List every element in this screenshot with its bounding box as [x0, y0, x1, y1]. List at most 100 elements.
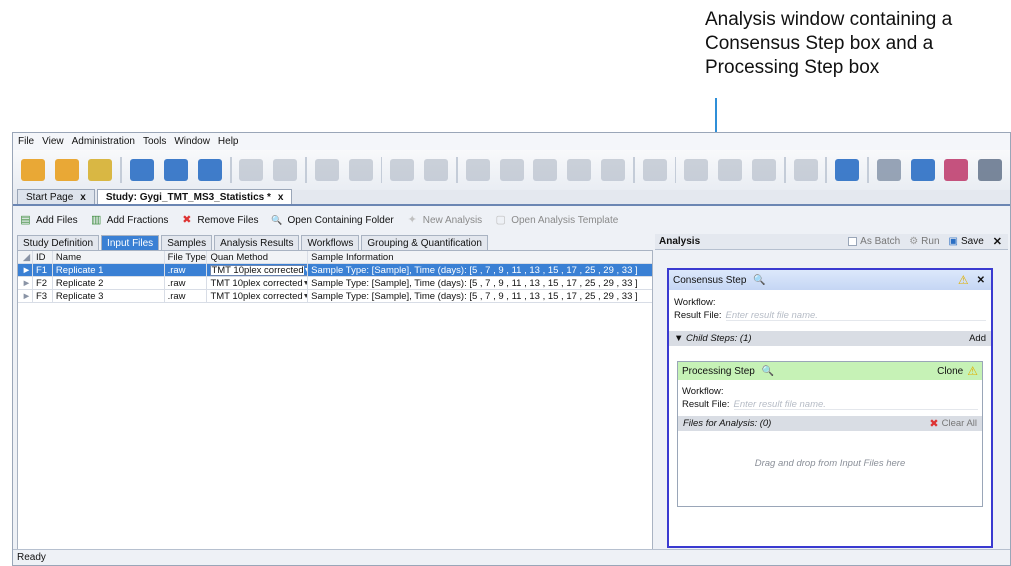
add-button[interactable]: Add — [969, 333, 986, 344]
table-row[interactable]: ► F2 Replicate 2 .raw TMT 10plex correct… — [18, 277, 652, 290]
molecule-icon[interactable] — [347, 155, 375, 185]
processing-step-header: Processing Step 🔍 Clone ⚠ — [678, 362, 982, 380]
header-sample-info[interactable]: Sample Information — [308, 251, 652, 263]
bars-icon-glyph — [533, 159, 558, 181]
run-button[interactable]: ⚙ Run — [909, 236, 939, 247]
menu-bar: File View Administration Tools Window He… — [13, 133, 1010, 150]
open-folder-button[interactable]: 🔍 Open Containing Folder — [271, 214, 394, 226]
document-icon[interactable] — [792, 155, 820, 185]
quan-method-select[interactable]: TMT 10plex corrected ▼ — [210, 264, 308, 276]
header-name[interactable]: Name — [53, 251, 165, 263]
grid-icon-glyph — [390, 159, 415, 181]
chart-alt-icon[interactable] — [53, 155, 81, 185]
spectrum-icon[interactable] — [313, 155, 341, 185]
tab-workflows[interactable]: Workflows — [301, 235, 360, 250]
quan-method-value: TMT 10plex corrected — [210, 290, 303, 302]
menu-administration[interactable]: Administration — [72, 136, 135, 147]
menu-tools[interactable]: Tools — [143, 136, 166, 147]
tab-grouping-quantification[interactable]: Grouping & Quantification — [361, 235, 488, 250]
quan-method-select[interactable]: TMT 10plex corrected ▼ — [210, 291, 307, 302]
expand-icon[interactable]: ► — [18, 277, 33, 289]
warning-icon: ⚠ — [967, 364, 978, 378]
database-icon[interactable] — [909, 155, 937, 185]
peak-alt-icon[interactable] — [498, 155, 526, 185]
result-file-input[interactable]: Enter result file name. — [725, 310, 986, 321]
chart-icon[interactable] — [19, 155, 47, 185]
expand-icon[interactable]: ► — [18, 290, 33, 302]
open-folder-label: Open Containing Folder — [287, 214, 394, 226]
folder-chart-icon[interactable] — [87, 155, 115, 185]
close-icon[interactable]: ✕ — [977, 275, 985, 286]
cell-quan-method[interactable]: TMT 10plex corrected ▼ — [207, 290, 309, 302]
tab-study-definition[interactable]: Study Definition — [17, 235, 100, 250]
server-icon[interactable] — [943, 155, 971, 185]
magnifier-icon[interactable]: 🔍 — [762, 366, 774, 377]
new-analysis-button[interactable]: ✦ New Analysis — [406, 214, 483, 226]
close-icon[interactable]: x — [278, 192, 284, 203]
eye-icon[interactable] — [422, 155, 450, 185]
bars-icon[interactable] — [531, 155, 559, 185]
settings-icon[interactable] — [875, 155, 903, 185]
header-quan-method[interactable]: Quan Method — [207, 251, 309, 263]
quan-method-value: TMT 10plex corrected — [210, 277, 303, 289]
menu-file[interactable]: File — [18, 136, 34, 147]
as-batch-checkbox[interactable]: As Batch — [848, 236, 900, 247]
filter-icon[interactable] — [271, 155, 299, 185]
clear-all-button[interactable]: ✖ Clear All — [929, 417, 977, 430]
quan-method-select[interactable]: TMT 10plex corrected ▼ — [210, 278, 307, 289]
workflow-label: Workflow: — [674, 297, 716, 308]
result-file-input[interactable]: Enter result file name. — [733, 399, 978, 410]
files-drop-zone[interactable]: Drag and drop from Input Files here — [678, 431, 982, 496]
bar-chart-alt-icon[interactable] — [750, 155, 778, 185]
home-icon[interactable] — [196, 155, 224, 185]
bar-chart-icon[interactable] — [716, 155, 744, 185]
expand-icon[interactable]: ► — [18, 264, 33, 276]
database-icon-glyph — [910, 159, 935, 181]
open-template-button[interactable]: ▢ Open Analysis Template — [494, 214, 618, 226]
tab-study[interactable]: Study: Gygi_TMT_MS3_Statistics * x — [96, 189, 293, 204]
peak-icon[interactable] — [464, 155, 492, 185]
home-icon-glyph — [197, 159, 222, 181]
hierarchy-icon[interactable] — [833, 155, 861, 185]
header-id[interactable]: ID — [33, 251, 53, 263]
document-tabs: Start Page x Study: Gygi_TMT_MS3_Statist… — [13, 189, 1010, 206]
menu-window[interactable]: Window — [174, 136, 210, 147]
add-fractions-button[interactable]: ▥ Add Fractions — [90, 214, 168, 226]
tab-start-page[interactable]: Start Page x — [17, 189, 95, 204]
wave-icon[interactable] — [682, 155, 710, 185]
close-icon[interactable]: x — [80, 192, 86, 203]
list-icon[interactable] — [599, 155, 627, 185]
save-all-icon[interactable] — [162, 155, 190, 185]
tab-samples[interactable]: Samples — [161, 235, 213, 250]
magnifier-icon[interactable]: 🔍 — [753, 275, 765, 286]
table-row[interactable]: ► F3 Replicate 3 .raw TMT 10plex correct… — [18, 290, 652, 303]
menu-view[interactable]: View — [42, 136, 64, 147]
grid-icon[interactable] — [388, 155, 416, 185]
table-row[interactable]: ► F1 Replicate 1 .raw TMT 10plex correct… — [18, 264, 652, 277]
remove-files-button[interactable]: ✖ Remove Files — [180, 214, 258, 226]
cell-quan-method[interactable]: TMT 10plex corrected ▼ — [207, 277, 309, 289]
save-button[interactable]: ▣ Save — [949, 236, 984, 247]
clone-button[interactable]: Clone — [937, 366, 963, 377]
magnifier-icon: 🔍 — [271, 215, 283, 225]
consensus-step-body: Workflow: Result File: Enter result file… — [669, 290, 991, 322]
corner-cell: ◢ — [18, 251, 33, 263]
axis-icon[interactable] — [565, 155, 593, 185]
close-icon[interactable]: ✕ — [993, 235, 1002, 248]
toolbar-separator — [380, 157, 383, 183]
tab-label: Study: Gygi_TMT_MS3_Statistics * — [105, 191, 271, 203]
cell-quan-method[interactable]: TMT 10plex corrected ▼ — [207, 264, 309, 276]
add-files-button[interactable]: ▤ Add Files — [19, 214, 78, 226]
tab-analysis-results[interactable]: Analysis Results — [214, 235, 300, 250]
menu-help[interactable]: Help — [218, 136, 239, 147]
cell-name: Replicate 2 — [53, 277, 165, 289]
run-icon: ⚙ — [909, 236, 919, 247]
header-file-type[interactable]: File Type — [165, 251, 208, 263]
tab-input-files[interactable]: Input Files — [101, 235, 160, 250]
export-icon[interactable] — [976, 155, 1004, 185]
save-icon[interactable] — [128, 155, 156, 185]
window-icon[interactable] — [641, 155, 669, 185]
table-icon[interactable] — [238, 155, 266, 185]
add-files-label: Add Files — [36, 214, 78, 226]
chart-icon-glyph — [20, 159, 45, 181]
